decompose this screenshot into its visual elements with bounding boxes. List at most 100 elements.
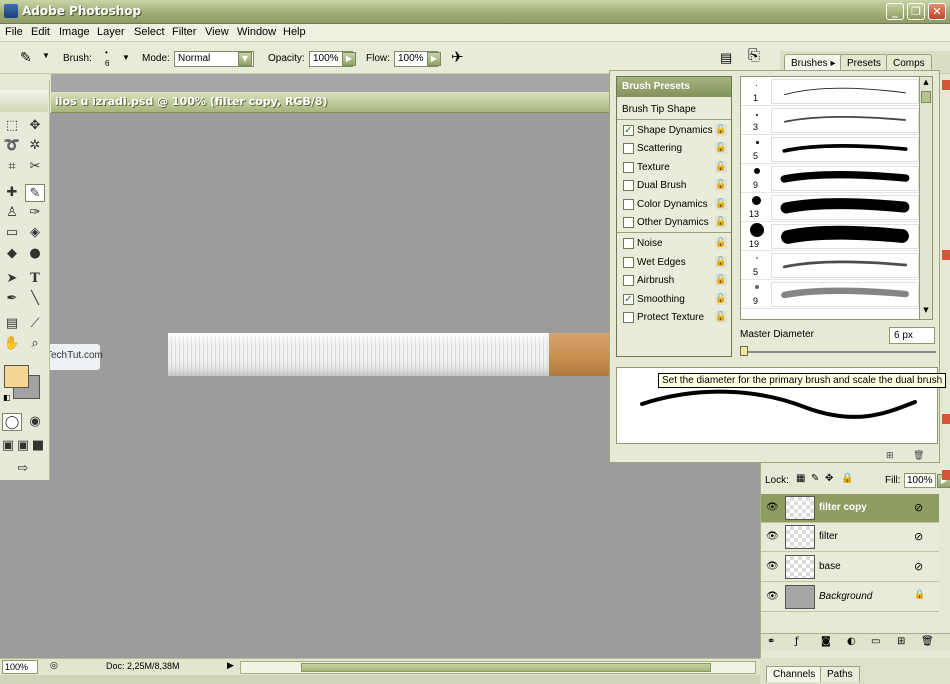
lock-image-icon[interactable]: ✎ — [811, 473, 819, 484]
flow-arrow-icon[interactable]: ▶ — [427, 52, 441, 66]
close-button[interactable]: ✕ — [928, 3, 946, 20]
screen-mode-standard-icon[interactable]: ▣ — [0, 437, 16, 455]
scroll-down-icon[interactable]: ▼ — [921, 306, 931, 316]
dodge-tool-icon[interactable]: ● — [25, 245, 45, 263]
menu-edit[interactable]: Edit — [31, 26, 50, 38]
scattering-item[interactable]: Scattering 🔓 — [617, 140, 731, 158]
adjustment-layer-icon[interactable]: ◐ — [847, 636, 856, 647]
path-selection-tool-icon[interactable]: ➤ — [2, 270, 22, 288]
brush-size-value[interactable]: 6 — [105, 59, 109, 68]
restore-button[interactable]: ❐ — [907, 3, 925, 20]
shape-dynamics-item[interactable]: ✓ Shape Dynamics 🔓 — [617, 122, 731, 140]
screen-mode-full-icon[interactable]: ■ — [30, 437, 46, 455]
horizontal-scroll-thumb[interactable] — [301, 663, 711, 672]
line-tool-icon[interactable]: ╲ — [25, 290, 45, 308]
layer-name[interactable]: filter copy — [819, 502, 867, 513]
menu-select[interactable]: Select — [134, 26, 165, 38]
visibility-eye-icon[interactable]: 👁 — [766, 591, 779, 602]
pen-tool-icon[interactable]: ✒ — [2, 290, 22, 308]
layer-row[interactable]: 👁 filter ⊘ — [761, 523, 939, 552]
smoothing-checkbox[interactable]: ✓ — [623, 294, 634, 305]
notes-tool-icon[interactable]: ▤ — [2, 315, 22, 333]
lock-all-icon[interactable]: 🔒 — [841, 473, 853, 484]
brush-tool-selected-icon[interactable]: ✎ — [25, 184, 45, 202]
default-colors-icon[interactable]: ◧ — [3, 393, 11, 402]
brush-preset-3[interactable]: 3 — [741, 106, 921, 135]
standard-mode-icon[interactable]: ◯ — [2, 413, 22, 431]
lock-icon[interactable]: 🔓 — [715, 237, 727, 249]
lock-icon[interactable]: 🔓 — [715, 216, 727, 228]
mode-dropdown-icon[interactable]: ▼ — [238, 52, 252, 66]
scattering-checkbox[interactable] — [623, 143, 634, 154]
slice-tool-icon[interactable]: ✂ — [25, 158, 45, 176]
foreground-color-swatch[interactable] — [4, 365, 29, 388]
other-dynamics-checkbox[interactable] — [623, 217, 634, 228]
brush-preset-13[interactable]: 13 — [741, 193, 921, 222]
palette-close-icon[interactable] — [942, 414, 950, 424]
history-brush-tool-icon[interactable]: ✑ — [25, 204, 45, 222]
marquee-tool-icon[interactable]: ⬚ — [2, 117, 22, 135]
opacity-arrow-icon[interactable]: ▶ — [342, 52, 356, 66]
lock-icon[interactable]: 🔓 — [715, 142, 727, 154]
protect-texture-checkbox[interactable] — [623, 312, 634, 323]
visibility-eye-icon[interactable]: 👁 — [766, 531, 779, 542]
hand-tool-icon[interactable]: ✋ — [2, 335, 22, 353]
lock-icon[interactable]: 🔓 — [715, 161, 727, 173]
protect-texture-item[interactable]: Protect Texture 🔓 — [617, 309, 731, 327]
noise-checkbox[interactable] — [623, 238, 634, 249]
smoothing-item[interactable]: ✓ Smoothing 🔓 — [617, 291, 731, 309]
status-bar-icon[interactable]: ◎ — [50, 661, 58, 671]
lock-icon[interactable]: 🔓 — [715, 124, 727, 136]
texture-item[interactable]: Texture 🔓 — [617, 159, 731, 177]
status-menu-arrow-icon[interactable]: ▶ — [227, 661, 234, 671]
wet-edges-item[interactable]: Wet Edges 🔓 — [617, 254, 731, 272]
minimize-button[interactable]: _ — [886, 3, 904, 20]
lock-transparent-icon[interactable]: ▦ — [796, 473, 805, 484]
visibility-eye-icon[interactable]: 👁 — [766, 502, 779, 513]
other-dynamics-item[interactable]: Other Dynamics 🔓 — [617, 214, 731, 232]
palette-menu-icon[interactable]: ▤ — [720, 50, 732, 66]
jump-to-imageready-icon[interactable]: ⇨ — [2, 460, 44, 478]
menu-layer[interactable]: Layer — [97, 26, 125, 38]
crop-tool-icon[interactable]: ⌗ — [2, 158, 22, 176]
scroll-thumb[interactable] — [921, 91, 931, 103]
scroll-up-icon[interactable]: ▲ — [921, 78, 931, 88]
layer-name[interactable]: filter — [819, 531, 838, 542]
menu-view[interactable]: View — [205, 26, 229, 38]
magic-wand-tool-icon[interactable]: ✲ — [25, 137, 45, 155]
layer-name[interactable]: base — [819, 561, 841, 572]
healing-brush-tool-icon[interactable]: ✚ — [2, 184, 22, 202]
brush-tool-icon[interactable]: ✎ — [20, 49, 32, 66]
lock-position-icon[interactable]: ✥ — [825, 473, 833, 484]
new-brush-icon[interactable]: ⊞ — [886, 451, 894, 461]
lock-icon[interactable]: 🔓 — [715, 198, 727, 210]
document-title-bar[interactable]: ilos u izradi.psd @ 100% (filter copy, R… — [51, 92, 611, 113]
lock-icon[interactable]: 🔓 — [715, 179, 727, 191]
screen-mode-menubar-icon[interactable]: ▣ — [15, 437, 31, 455]
master-diameter-slider-thumb[interactable] — [740, 346, 748, 356]
clone-stamp-tool-icon[interactable]: ♙ — [2, 204, 22, 222]
type-tool-icon[interactable]: T — [25, 270, 45, 288]
palette-close-icon[interactable] — [942, 80, 950, 90]
layer-effects-icon[interactable]: ⊘ — [914, 530, 923, 543]
delete-layer-icon[interactable]: 🗑 — [921, 636, 934, 647]
master-diameter-input[interactable]: 6 px — [889, 327, 935, 344]
color-dynamics-item[interactable]: Color Dynamics 🔓 — [617, 196, 731, 214]
airbrush-item[interactable]: Airbrush 🔓 — [617, 272, 731, 290]
lock-icon[interactable]: 🔓 — [715, 256, 727, 268]
layer-name[interactable]: Background — [819, 591, 872, 602]
brush-presets-header[interactable]: Brush Presets — [617, 77, 731, 97]
menu-window[interactable]: Window — [237, 26, 276, 38]
palette-close-icon[interactable] — [942, 470, 950, 480]
lock-icon[interactable]: 🔓 — [715, 293, 727, 305]
eyedropper-tool-icon[interactable]: ⟋ — [25, 315, 45, 333]
move-tool-icon[interactable]: ✥ — [25, 117, 45, 135]
menu-image[interactable]: Image — [59, 26, 90, 38]
brush-preset-5[interactable]: 5 — [741, 135, 921, 164]
brush-picker-chevron-icon[interactable]: ▼ — [122, 53, 130, 62]
menu-file[interactable]: File — [5, 26, 23, 38]
add-layer-style-icon[interactable]: ƒ — [795, 636, 799, 647]
wet-edges-checkbox[interactable] — [623, 257, 634, 268]
zoom-input[interactable]: 100% — [2, 660, 38, 674]
horizontal-scrollbar[interactable] — [240, 661, 756, 674]
